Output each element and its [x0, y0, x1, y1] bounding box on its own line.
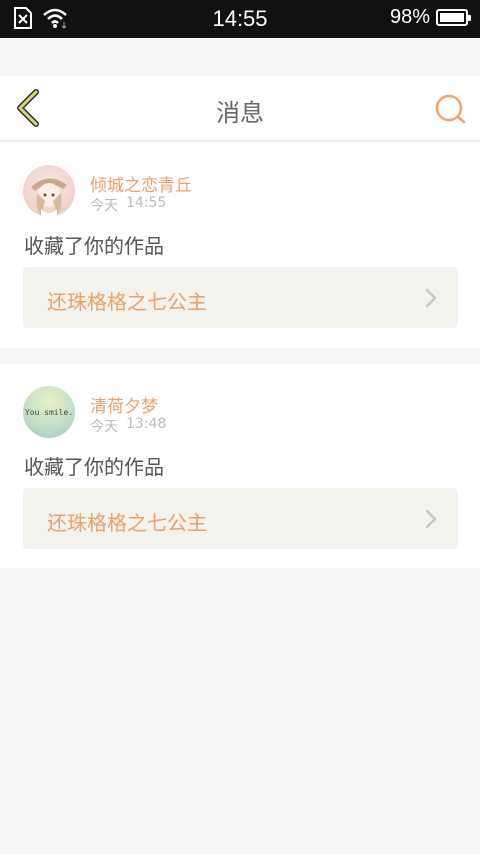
page-title: 消息 — [216, 99, 264, 127]
message-card: 倾城之恋青丘 今天 14:55 收藏了你的作品 还珠格格之七公主 — [0, 143, 480, 348]
avatar-text: You smile. — [25, 408, 73, 417]
timestamp-time: 13:48 — [126, 416, 167, 432]
user-avatar[interactable] — [23, 165, 75, 217]
battery-fill — [440, 13, 464, 22]
work-link[interactable]: 还珠格格之七公主 — [23, 267, 458, 328]
battery-percent: 98% — [389, 6, 430, 28]
anime-girl-avatar-icon — [31, 178, 67, 217]
message-timestamp: 今天 14:55 — [90, 195, 166, 215]
work-link[interactable]: 还珠格格之七公主 — [23, 488, 458, 549]
search-button[interactable] — [434, 93, 466, 125]
work-title: 还珠格格之七公主 — [47, 290, 207, 314]
message-card: You smile. 清荷夕梦 今天 13:48 收藏了你的作品 还珠格格之七公… — [0, 364, 480, 568]
chevron-right-icon — [425, 288, 437, 308]
user-avatar[interactable]: You smile. — [23, 386, 75, 438]
you-smile-avatar-icon: You smile. — [25, 408, 73, 417]
search-icon — [435, 94, 466, 124]
timestamp-day: 今天 — [90, 198, 118, 214]
chevron-right-icon — [425, 509, 437, 529]
username[interactable]: 倾城之恋青丘 — [90, 171, 192, 196]
status-right: 98% — [389, 6, 471, 29]
battery-icon — [436, 9, 471, 26]
username[interactable]: 清荷夕梦 — [90, 392, 158, 417]
app-header: 消息 — [0, 76, 480, 141]
status-bar: 14:55 98% — [0, 0, 480, 38]
message-action-text: 收藏了你的作品 — [24, 455, 164, 479]
message-action-text: 收藏了你的作品 — [24, 234, 164, 258]
message-timestamp: 今天 13:48 — [90, 416, 166, 436]
timestamp-day: 今天 — [90, 419, 118, 435]
work-title: 还珠格格之七公主 — [47, 511, 207, 535]
timestamp-time: 14:55 — [126, 195, 167, 211]
